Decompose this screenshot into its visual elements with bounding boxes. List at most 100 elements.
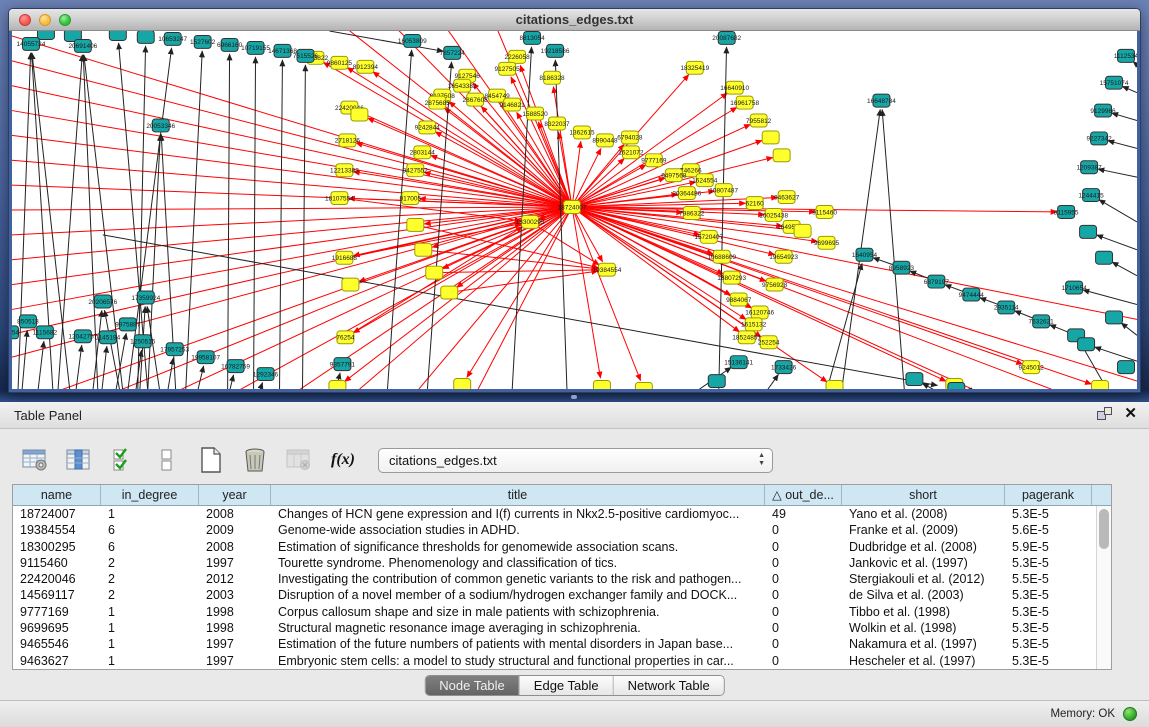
table-cell[interactable]: 0 bbox=[765, 620, 842, 636]
delete-table-button[interactable] bbox=[284, 445, 314, 475]
graph-node-yellow[interactable]: 8186328 bbox=[539, 71, 565, 84]
graph-node-teal[interactable] bbox=[1106, 311, 1123, 324]
graph-edge[interactable] bbox=[168, 358, 174, 389]
graph-node-teal[interactable]: 1527602 bbox=[190, 35, 216, 48]
vertical-scrollbar[interactable] bbox=[1096, 506, 1111, 669]
table-cell[interactable]: Wolkin et al. (1998) bbox=[842, 620, 1005, 636]
graph-node-teal[interactable]: 9857791 bbox=[330, 358, 356, 371]
graph-edge[interactable] bbox=[280, 60, 283, 389]
table-cell[interactable]: 1 bbox=[101, 653, 199, 669]
table-cell[interactable]: 5.3E-5 bbox=[1005, 653, 1092, 669]
graph-node-yellow[interactable]: 16120746 bbox=[745, 306, 774, 319]
table-cell[interactable]: 2008 bbox=[199, 506, 271, 522]
graph-node-teal[interactable] bbox=[109, 31, 126, 40]
graph-node-yellow[interactable] bbox=[794, 224, 811, 237]
graph-edge[interactable] bbox=[302, 65, 305, 389]
network-window[interactable]: citations_edges.txt 76638229860125891239… bbox=[8, 8, 1141, 393]
graph-node-yellow[interactable] bbox=[454, 379, 471, 389]
graph-edge[interactable] bbox=[1112, 262, 1137, 276]
table-cell[interactable]: 1 bbox=[101, 636, 199, 652]
graph-node-yellow[interactable]: 6794028 bbox=[617, 131, 643, 144]
graph-node-teal[interactable]: 850513 bbox=[17, 315, 39, 328]
table-selector-dropdown[interactable]: citations_edges.txt ▲▼ bbox=[378, 448, 773, 473]
table-cell[interactable]: 0 bbox=[765, 653, 842, 669]
table-cell[interactable]: Nakamura et al. (1997) bbox=[842, 636, 1005, 652]
table-cell[interactable]: 5.5E-5 bbox=[1005, 571, 1092, 587]
table-cell[interactable]: 0 bbox=[765, 604, 842, 620]
table-cell[interactable]: 2 bbox=[101, 587, 199, 603]
graph-node-yellow[interactable]: 8990448 bbox=[592, 134, 618, 147]
unselect-all-button[interactable] bbox=[152, 445, 182, 475]
graph-node-yellow[interactable] bbox=[826, 381, 843, 389]
graph-node-teal[interactable]: 1733426 bbox=[771, 361, 797, 374]
graph-edge[interactable] bbox=[572, 93, 727, 207]
graph-node-teal[interactable]: 19218586 bbox=[541, 44, 570, 57]
graph-node-yellow[interactable]: 16961758 bbox=[730, 96, 759, 109]
graph-edge[interactable] bbox=[12, 61, 572, 207]
graph-node-teal[interactable]: 10653247 bbox=[158, 32, 187, 45]
graph-node-yellow[interactable] bbox=[407, 218, 424, 231]
table-row[interactable]: 1938455462009Genome-wide association stu… bbox=[13, 522, 1111, 538]
table-cell[interactable]: 9463627 bbox=[13, 653, 101, 669]
show-columns-button[interactable] bbox=[64, 445, 94, 475]
graph-node-teal[interactable]: 1710654 bbox=[1061, 281, 1087, 294]
table-cell[interactable]: 5.3E-5 bbox=[1005, 587, 1092, 603]
graph-node-yellow[interactable]: 9463627 bbox=[774, 191, 800, 204]
table-cell[interactable]: Tibbo et al. (1998) bbox=[842, 604, 1005, 620]
table-cell[interactable]: 2009 bbox=[199, 522, 271, 538]
graph-node-teal[interactable]: 16053809 bbox=[398, 34, 427, 47]
tab-network-table[interactable]: Network Table bbox=[614, 676, 724, 695]
graph-node-yellow[interactable]: 8912394 bbox=[353, 60, 379, 73]
select-all-button[interactable] bbox=[108, 445, 138, 475]
graph-edge[interactable] bbox=[767, 374, 779, 389]
new-column-button[interactable] bbox=[196, 445, 226, 475]
graph-node-yellow[interactable] bbox=[1092, 381, 1109, 389]
graph-edge[interactable] bbox=[1122, 86, 1137, 92]
table-cell[interactable]: Estimation of significance thresholds fo… bbox=[271, 539, 765, 555]
table-cell[interactable]: 14569117 bbox=[13, 587, 101, 603]
graph-node-yellow[interactable]: 20364486 bbox=[672, 187, 701, 200]
graph-node-teal[interactable]: 6966160 bbox=[217, 38, 243, 51]
network-canvas[interactable]: 7663822986012589123942242004627181261221… bbox=[9, 31, 1140, 392]
graph-node-teal[interactable]: 9227342 bbox=[1086, 132, 1112, 145]
tab-node-table[interactable]: Node Table bbox=[425, 676, 520, 695]
graph-edge[interactable] bbox=[198, 366, 204, 389]
graph-node-yellow[interactable]: 9699695 bbox=[814, 236, 840, 249]
graph-node-teal[interactable]: 1244415 bbox=[1078, 189, 1104, 202]
scrollbar-thumb[interactable] bbox=[1099, 509, 1109, 549]
graph-edge[interactable] bbox=[373, 72, 572, 207]
graph-node-yellow[interactable]: 9115460 bbox=[812, 206, 837, 219]
table-cell[interactable]: 0 bbox=[765, 571, 842, 587]
graph-edge[interactable] bbox=[1099, 200, 1137, 222]
table-cell[interactable]: Estimation of the future numbers of pati… bbox=[271, 636, 765, 652]
graph-edge[interactable] bbox=[12, 207, 572, 210]
table-cell[interactable]: Corpus callosum shape and size in male p… bbox=[271, 604, 765, 620]
graph-edge[interactable] bbox=[415, 225, 598, 268]
graph-node-teal[interactable] bbox=[708, 375, 725, 388]
graph-edge[interactable] bbox=[1121, 323, 1137, 335]
graph-node-teal[interactable] bbox=[137, 31, 154, 43]
graph-node-teal[interactable] bbox=[1096, 251, 1113, 264]
table-cell[interactable]: 5.3E-5 bbox=[1005, 604, 1092, 620]
graph-edge[interactable] bbox=[1097, 235, 1137, 250]
table-cell[interactable]: Yano et al. (2008) bbox=[842, 506, 1005, 522]
graph-node-teal[interactable]: 20087682 bbox=[712, 31, 741, 44]
table-cell[interactable]: 0 bbox=[765, 555, 842, 571]
graph-edge[interactable] bbox=[228, 54, 230, 389]
table-cell[interactable]: 1997 bbox=[199, 636, 271, 652]
graph-edge[interactable] bbox=[1095, 347, 1137, 361]
graph-node-teal[interactable] bbox=[37, 31, 54, 39]
table-cell[interactable]: Investigating the contribution of common… bbox=[271, 571, 765, 587]
graph-node-teal[interactable]: 6879197 bbox=[924, 275, 950, 288]
column-header-short[interactable]: short bbox=[842, 485, 1005, 505]
graph-node-teal[interactable]: 10719155 bbox=[241, 41, 270, 54]
graph-edge[interactable] bbox=[1098, 169, 1137, 177]
table-cell[interactable]: 5.9E-5 bbox=[1005, 539, 1092, 555]
function-builder-button[interactable]: f(x) bbox=[328, 445, 358, 475]
graph-node-yellow[interactable]: 1362615 bbox=[569, 126, 595, 139]
table-cell[interactable]: 1997 bbox=[199, 555, 271, 571]
graph-node-teal[interactable]: 1640954 bbox=[852, 248, 878, 261]
table-cell[interactable]: 1 bbox=[101, 604, 199, 620]
table-cell[interactable]: Stergiakouli et al. (2012) bbox=[842, 571, 1005, 587]
table-cell[interactable]: 2 bbox=[101, 555, 199, 571]
